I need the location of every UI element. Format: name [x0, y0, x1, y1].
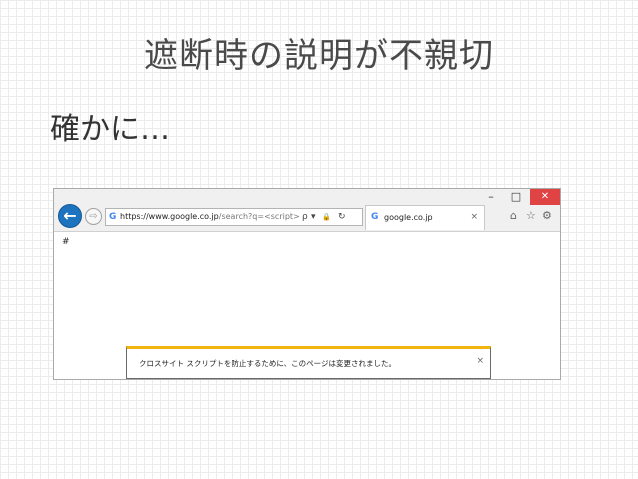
home-icon[interactable]: ⌂: [510, 209, 517, 222]
lock-icon[interactable]: 🔒: [322, 209, 331, 225]
page-content: # クロスサイト スクリプトを防止するために、このページは変更されました。 ×: [54, 232, 560, 379]
url-host: google.co.jp: [170, 212, 219, 221]
close-window-button[interactable]: ✕: [530, 189, 560, 205]
slide-body-text: 確かに…: [50, 112, 170, 147]
url-path: /search?q=<script>: [218, 212, 300, 221]
maximize-button[interactable]: □: [504, 189, 528, 205]
forward-button[interactable]: ⇨: [85, 208, 102, 225]
tab-google[interactable]: G google.co.jp ×: [365, 205, 485, 230]
url-prefix: https://www.: [120, 212, 171, 221]
tab-close-icon[interactable]: ×: [470, 212, 478, 222]
back-button[interactable]: ←: [58, 204, 82, 228]
google-favicon-icon: G: [109, 212, 117, 222]
slide-title: 遮断時の説明が不親切: [144, 36, 494, 76]
settings-icon[interactable]: ⚙: [542, 209, 552, 222]
dropdown-icon[interactable]: ▾: [311, 209, 316, 225]
url-text: https://www.google.co.jp/search?q=<scrip…: [120, 209, 300, 225]
address-bar[interactable]: G https://www.google.co.jp/search?q=<scr…: [105, 208, 363, 226]
refresh-icon[interactable]: ↻: [338, 209, 346, 225]
notification-close-icon[interactable]: ×: [476, 356, 484, 366]
xss-filter-notification-bar: クロスサイト スクリプトを防止するために、このページは変更されました。 ×: [126, 346, 491, 379]
search-icon[interactable]: ρ: [302, 209, 308, 225]
favorites-icon[interactable]: ☆: [526, 209, 536, 222]
window-titlebar: – □ ✕: [54, 189, 560, 205]
tab-label: google.co.jp: [384, 213, 433, 222]
browser-screenshot: – □ ✕ ← ⇨ G https://www.google.co.jp/sea…: [53, 188, 561, 380]
minimize-button[interactable]: –: [480, 189, 502, 205]
google-tab-favicon-icon: G: [371, 212, 379, 222]
page-text: #: [62, 237, 70, 247]
notification-message: クロスサイト スクリプトを防止するために、このページは変更されました。: [139, 359, 397, 368]
navigation-bar: ← ⇨ G https://www.google.co.jp/search?q=…: [54, 204, 560, 232]
